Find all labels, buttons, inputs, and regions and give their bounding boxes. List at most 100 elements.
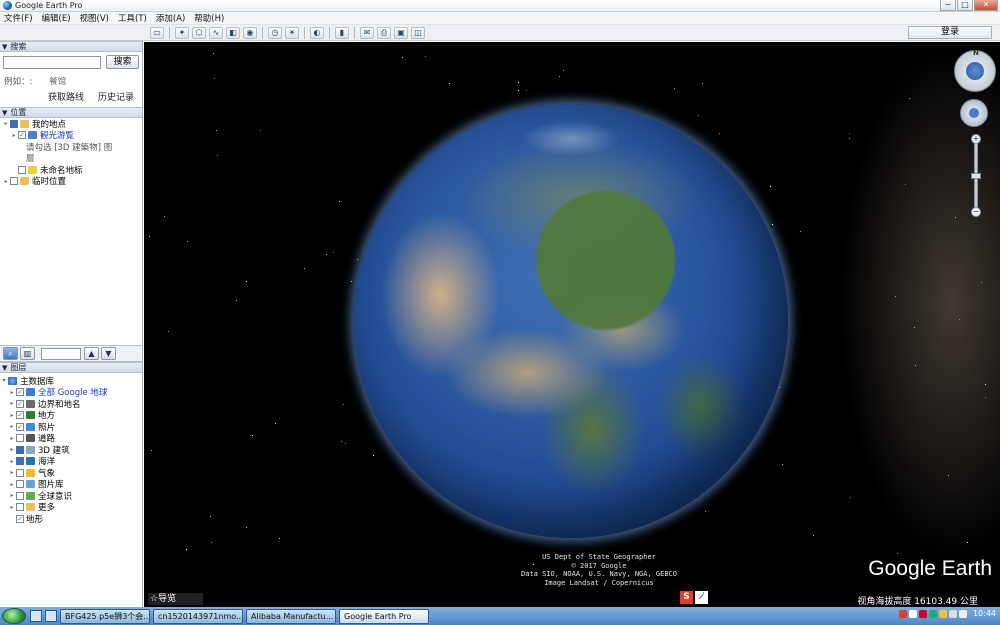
- taskbar-window-google-earth[interactable]: Google Earth Pro: [339, 608, 429, 624]
- menu-view[interactable]: 视图(V): [80, 12, 109, 24]
- maximize-button[interactable]: □: [957, 0, 973, 11]
- tray-app-icon[interactable]: [938, 609, 947, 618]
- close-button[interactable]: ✕: [974, 0, 998, 11]
- login-button[interactable]: 登录: [908, 26, 992, 39]
- expand-arrow-icon[interactable]: ▸: [8, 481, 16, 488]
- search-button[interactable]: 搜索: [106, 55, 139, 69]
- tour-guide-button[interactable]: ☆导览: [148, 593, 203, 605]
- places-panel-header[interactable]: ▼ 位置: [0, 107, 142, 118]
- layer-item[interactable]: ▸ 3D 建筑: [0, 444, 142, 456]
- tray-volume-icon[interactable]: [958, 609, 967, 618]
- layer-item[interactable]: ▸ ✓ 地方: [0, 410, 142, 421]
- sidebar-toggle-icon[interactable]: ▭: [150, 26, 164, 39]
- expand-arrow-icon[interactable]: ▸: [8, 400, 16, 407]
- move-control[interactable]: [960, 99, 988, 127]
- expand-arrow-icon[interactable]: ▸: [8, 458, 16, 465]
- add-overlay-icon[interactable]: ◧: [226, 26, 240, 39]
- move-down-icon[interactable]: ▼: [101, 347, 116, 360]
- ime-tool-icon[interactable]: ノ: [695, 591, 708, 604]
- places-item[interactable]: ▸ 我的地点: [0, 118, 142, 130]
- layer-checkbox[interactable]: [16, 491, 24, 500]
- switch-planet-icon[interactable]: ◐: [310, 26, 324, 39]
- layer-checkbox[interactable]: ✓: [16, 388, 24, 397]
- tray-app-icon[interactable]: [918, 609, 927, 618]
- look-joystick-icon[interactable]: [966, 62, 984, 80]
- layer-checkbox[interactable]: ✓: [16, 399, 24, 408]
- layer-checkbox[interactable]: ✓: [16, 422, 24, 431]
- menu-file[interactable]: 文件(F): [4, 12, 33, 24]
- quick-launch-icon[interactable]: [45, 610, 57, 622]
- layer-checkbox[interactable]: [16, 503, 24, 512]
- expand-arrow-icon[interactable]: ▸: [8, 412, 16, 419]
- email-icon[interactable]: ✉: [360, 26, 374, 39]
- quick-launch-icon[interactable]: [30, 610, 42, 622]
- expand-arrow-icon[interactable]: ▸: [2, 178, 10, 185]
- layer-item[interactable]: ▸ 海洋: [0, 456, 142, 467]
- compass-control[interactable]: N: [954, 49, 996, 92]
- tray-sogou-icon[interactable]: [898, 609, 907, 618]
- search-places-icon[interactable]: ⌕: [3, 347, 18, 360]
- expand-arrow-icon[interactable]: ▸: [8, 469, 16, 476]
- sunlight-icon[interactable]: ☀: [285, 26, 299, 39]
- search-panel-header[interactable]: ▼ 搜索: [0, 41, 142, 52]
- ruler-icon[interactable]: ▮: [335, 26, 349, 39]
- historical-imagery-icon[interactable]: ◷: [268, 26, 282, 39]
- places-item-checkbox[interactable]: [18, 165, 26, 174]
- tray-app-icon[interactable]: [928, 609, 937, 618]
- layer-checkbox[interactable]: ✓: [16, 514, 24, 523]
- layer-checkbox[interactable]: [16, 457, 24, 466]
- expand-arrow-icon[interactable]: ▸: [8, 492, 16, 499]
- clock[interactable]: 10:44: [973, 609, 996, 618]
- move-joystick-icon[interactable]: [969, 108, 979, 118]
- expand-arrow-icon[interactable]: ▸: [2, 120, 10, 127]
- layer-item[interactable]: ▸ ✓ 全部 Google 地球: [0, 387, 142, 398]
- zoom-slider-thumb[interactable]: [971, 173, 981, 179]
- places-item-checkbox[interactable]: [10, 119, 18, 128]
- places-item[interactable]: 未命名地标: [0, 164, 142, 176]
- layers-panel-header[interactable]: ▼ 图层: [0, 362, 142, 373]
- layer-checkbox[interactable]: [16, 434, 24, 443]
- expand-arrow-icon[interactable]: ▾: [0, 377, 8, 384]
- add-path-icon[interactable]: ∿: [209, 26, 223, 39]
- taskbar-window[interactable]: Alibaba Manufactu...: [246, 608, 336, 624]
- panel-toggle-icon[interactable]: ▥: [20, 347, 35, 360]
- places-item[interactable]: 请勾选 [3D 建築物] 图: [0, 141, 142, 153]
- layer-item[interactable]: ▸ 更多: [0, 502, 142, 513]
- layer-checkbox[interactable]: ✓: [16, 411, 24, 420]
- places-item-checkbox[interactable]: [10, 177, 18, 186]
- expand-arrow-icon[interactable]: ▸: [8, 435, 16, 442]
- earth-viewport[interactable]: N + − US Dept of State Geographer © 2017…: [144, 42, 1000, 607]
- start-button[interactable]: [2, 608, 26, 624]
- tray-network-icon[interactable]: [948, 609, 957, 618]
- add-placemark-icon[interactable]: ✦: [175, 26, 189, 39]
- layer-checkbox[interactable]: [16, 445, 24, 454]
- history-link[interactable]: 历史记录: [98, 90, 134, 103]
- expand-arrow-icon[interactable]: ▸: [8, 446, 16, 453]
- sogou-ime-icon[interactable]: S: [680, 591, 693, 604]
- get-directions-link[interactable]: 获取路线: [48, 90, 84, 103]
- layer-item[interactable]: ▸ ✓ 照片: [0, 421, 142, 433]
- layer-item[interactable]: ▸ 气象: [0, 467, 142, 479]
- layer-item[interactable]: ▸ ✓ 边界和地名: [0, 398, 142, 410]
- layer-item[interactable]: ▸ 图片库: [0, 479, 142, 490]
- places-item[interactable]: ▸ 临时位置: [0, 176, 142, 187]
- add-polygon-icon[interactable]: ⬠: [192, 26, 206, 39]
- expand-arrow-icon[interactable]: ▸: [8, 389, 16, 396]
- layer-item[interactable]: ▸ 道路: [0, 433, 142, 444]
- search-input[interactable]: [3, 55, 101, 69]
- layer-checkbox[interactable]: [16, 468, 24, 477]
- taskbar-window[interactable]: BFG425 p5e狮3个会...: [60, 608, 150, 624]
- menu-edit[interactable]: 编辑(E): [42, 12, 71, 24]
- menu-help[interactable]: 帮助(H): [194, 12, 224, 24]
- places-item[interactable]: 層: [0, 153, 142, 164]
- view-in-maps-icon[interactable]: ◫: [411, 26, 425, 39]
- expand-arrow-icon[interactable]: ▸: [8, 504, 16, 511]
- layers-root-row[interactable]: ▾ 主数据库: [0, 375, 142, 387]
- places-item-checkbox[interactable]: ✓: [18, 131, 26, 140]
- layer-checkbox[interactable]: [16, 480, 24, 489]
- places-filter-field[interactable]: [41, 347, 81, 360]
- save-image-icon[interactable]: ▣: [394, 26, 408, 39]
- layer-item[interactable]: ✓ 地形: [0, 513, 142, 525]
- layer-item[interactable]: ▸ 全球意识: [0, 490, 142, 502]
- menu-tools[interactable]: 工具(T): [118, 12, 147, 24]
